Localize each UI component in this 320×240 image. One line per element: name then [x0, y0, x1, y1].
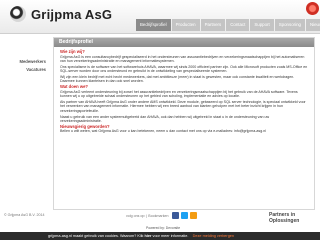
nav-contact[interactable]: Contact [226, 19, 250, 31]
brand-name: Grijpma AsG [31, 6, 113, 22]
social-text: volg ons op: | Bookmarken [126, 213, 169, 218]
facebook-icon[interactable] [171, 212, 179, 219]
nav-producten[interactable]: Producten [171, 19, 200, 31]
paragraph: Bellen u wilt weten, wat Grijpma AsG voo… [60, 129, 266, 134]
social-links: volg ons op: | Bookmarken [126, 212, 199, 219]
paragraph: Grijpma AsG is een consultancybedrijf ge… [60, 54, 305, 63]
nav-support[interactable]: Support [250, 19, 274, 31]
content-panel: Bedrijfsprofiel Wie zijn wij? Grijpma As… [53, 37, 315, 210]
cookie-bar: grijpma-asg.nl maakt gebruik van cookies… [0, 232, 320, 240]
sidebar-item-medewerkers[interactable]: Medewerkers [0, 58, 50, 66]
copyright: © Grijpma AsG B.V. 2014 [4, 213, 45, 217]
paragraph: Naast u gebruik van een ander systeemuit… [60, 114, 270, 123]
page-body: Wie zijn wij? Grijpma AsG is een consult… [60, 49, 310, 135]
tagline: Partners in Oplossingen [269, 212, 300, 224]
twitter-icon[interactable] [180, 212, 188, 219]
main-navigation: Bedrijfsprofiel Producten Partners Conta… [136, 19, 320, 31]
paragraph: Als partner van AHAVA heeft Grijpma AsG … [60, 100, 306, 113]
partner-logo-icon [306, 2, 319, 15]
sidebar: Medewerkers Vacatures [0, 58, 50, 74]
hide-cookie-button[interactable]: Deze melding verbergen [193, 234, 234, 238]
cookie-info-link[interactable]: hier [145, 234, 152, 238]
rss-icon[interactable] [189, 212, 197, 219]
paragraph: Grijpma AsG verleent ondersteuning bij z… [60, 89, 298, 99]
powered-by[interactable]: Powered by: Devorsite [146, 226, 180, 230]
brand-logo[interactable]: Grijpma AsG [10, 6, 112, 22]
section-heading: Wie zijn wij? [60, 49, 85, 55]
sidebar-item-vacatures[interactable]: Vacatures [0, 66, 50, 74]
section-heading: Wat doen we? [60, 84, 88, 90]
cookie-text: grijpma-asg.nl maakt gebruik van cookies… [48, 234, 144, 238]
section-heading: Nieuwsgierig geworden? [60, 123, 110, 129]
nav-sponsoring[interactable]: Sponsoring [274, 19, 305, 31]
paragraph: Wij zijn een klein bedrijf met echt hech… [60, 75, 295, 84]
nav-bedrijfsprofiel[interactable]: Bedrijfsprofiel [136, 19, 171, 31]
nav-nieuws[interactable]: Nieuws [305, 19, 320, 31]
site-header: Grijpma AsG Bedrijfsprofiel Producten Pa… [0, 0, 320, 34]
page-title: Bedrijfsprofiel [54, 38, 314, 47]
paragraph: Ons specialisme is de software van het s… [60, 64, 308, 74]
nav-partners[interactable]: Partners [200, 19, 226, 31]
cookie-text-rest: voor meer informatie. [152, 234, 189, 238]
logo-circle-icon [10, 6, 26, 22]
